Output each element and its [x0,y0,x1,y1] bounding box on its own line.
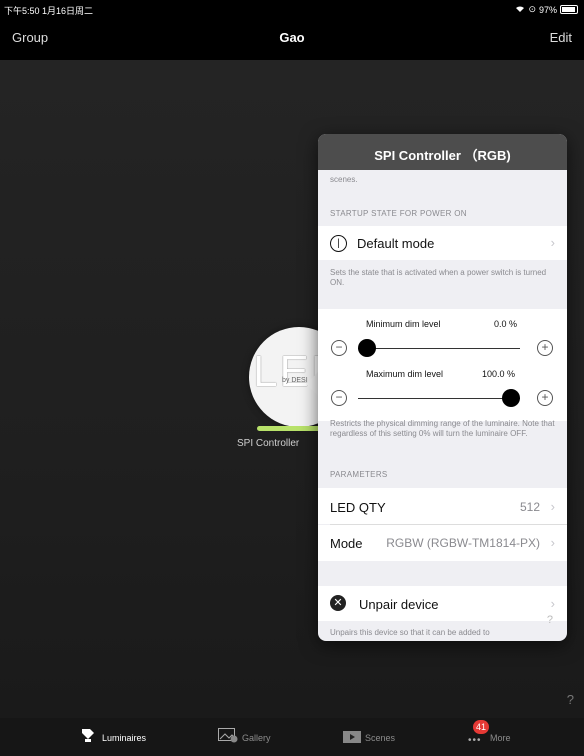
dim-note: Restricts the physical dimming range of … [330,419,555,438]
startup-section-header: STARTUP STATE FOR POWER ON [330,209,467,218]
tab-gallery[interactable]: Gallery [218,718,288,756]
chevron-right-icon: › [550,535,555,550]
led-logo-sub: by DESI [282,377,308,384]
scenes-icon [343,730,361,748]
chevron-right-icon: › [550,235,555,250]
luminaire-icon [80,727,96,748]
min-dim-value: 0.0 % [494,319,518,329]
status-time: 下午5:50 1月16日周二 [4,6,94,16]
mode-label: Mode [330,536,363,551]
wifi-icon [515,5,525,15]
edit-button[interactable]: Edit [550,30,572,45]
power-icon: | [330,235,347,252]
led-qty-label: LED QTY [330,500,386,515]
notification-badge: 41 [473,720,489,734]
max-dim-increase-button[interactable]: + [537,390,553,406]
popover-pointer [306,372,318,396]
tab-more[interactable]: ••• 41 More [468,718,538,756]
gallery-icon [218,728,238,748]
unpair-note: Unpairs this device so that it can be ad… [330,628,490,637]
popover-header: SPI Controller （RGB) [318,134,567,170]
max-dim-decrease-button[interactable]: − [331,390,347,406]
battery-icon [560,5,578,14]
max-dim-value: 100.0 % [482,369,516,379]
max-dim-track [358,398,520,399]
parameters-section-header: PARAMETERS [330,470,388,479]
dim-level-card: Minimum dim level 0.0 % − + Maximum dim … [318,309,567,421]
led-qty-value: 512 [519,500,540,514]
unpair-device-row[interactable]: ✕ Unpair device › [318,586,567,621]
help-icon[interactable]: ? [567,692,574,707]
rotation-lock-icon: ⊙ [528,4,536,14]
default-mode-label: Default mode [357,236,435,251]
tab-luminaires-label: Luminaires [102,733,147,743]
luminaire-label: SPI Controller [237,438,300,449]
navigation-bar: Group Gao Edit [0,18,584,60]
min-dim-increase-button[interactable]: + [537,340,553,356]
chevron-right-icon: › [550,499,555,514]
tab-bar: Luminaires Gallery Scenes ••• 41 More [0,718,584,756]
popover-title: SPI Controller （RGB) [374,148,511,163]
unpair-label: Unpair device [359,597,439,612]
tab-more-label: More [490,733,511,743]
chevron-right-icon: › [550,596,555,611]
popover-help-icon[interactable]: ? [547,614,553,626]
page-title: Gao [279,30,305,45]
luminaire-level-bar [257,426,327,431]
battery-percent: 97% [538,4,557,15]
min-dim-label: Minimum dim level [366,319,441,329]
tab-scenes-label: Scenes [365,733,396,743]
more-icon: ••• [468,735,482,746]
mode-value: RGBW (RGBW-TM1814-PX) [386,536,540,550]
status-right: ⊙ 97% [515,4,578,15]
tab-luminaires[interactable]: Luminaires [78,718,168,756]
top-note: scenes. [330,175,358,184]
tab-scenes[interactable]: Scenes [343,718,413,756]
unpair-close-icon: ✕ [330,595,346,611]
min-dim-decrease-button[interactable]: − [331,340,347,356]
settings-popover: SPI Controller （RGB) scenes. STARTUP STA… [318,134,567,641]
default-mode-note: Sets the state that is activated when a … [330,268,547,287]
led-qty-row[interactable]: LED QTY 512 › [318,488,567,524]
max-dim-label: Maximum dim level [366,369,444,379]
min-dim-slider-knob[interactable] [358,339,376,357]
tab-gallery-label: Gallery [242,733,271,743]
mode-row[interactable]: Mode RGBW (RGBW-TM1814-PX) › [318,525,567,561]
default-mode-row[interactable]: | Default mode › [318,226,567,260]
status-bar: 下午5:50 1月16日周二 ⊙ 97% [0,0,584,18]
min-dim-track [358,348,520,349]
max-dim-slider-knob[interactable] [502,389,520,407]
